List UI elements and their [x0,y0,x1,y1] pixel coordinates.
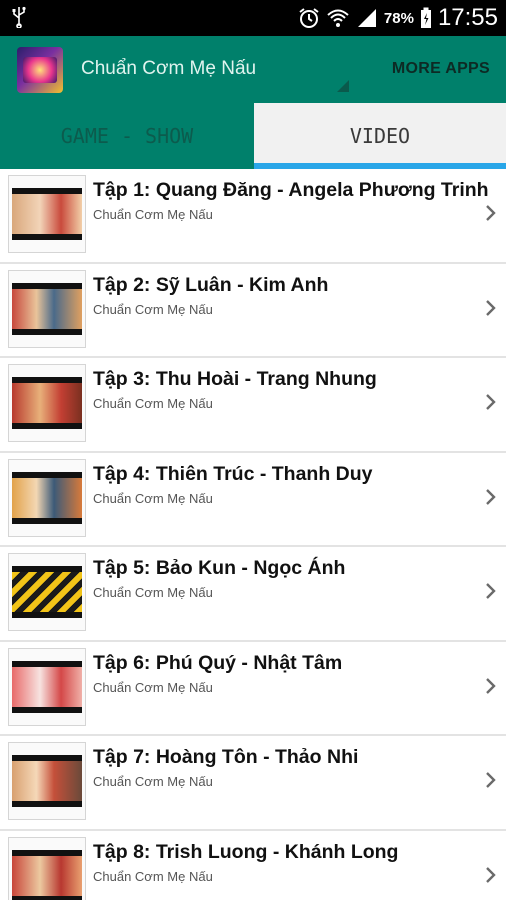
list-item[interactable]: Tập 3: Thu Hoài - Trang Nhung Chuẩn Cơm … [0,358,506,453]
chevron-right-icon [486,866,496,883]
item-title: Tập 3: Thu Hoài - Trang Nhung [93,368,377,390]
tab-video[interactable]: VIDEO [254,103,506,169]
video-thumbnail [8,364,86,442]
app-bar: Chuẩn Cơm Mẹ Nấu MORE APPS [0,36,506,103]
chevron-right-icon [486,205,496,221]
item-subtitle: Chuẩn Cơm Mẹ Nấu [93,396,213,411]
signal-icon [356,7,378,29]
video-thumbnail [8,742,86,820]
app-title: Chuẩn Cơm Mẹ Nấu [81,58,257,79]
list-item[interactable]: Tập 5: Bảo Kun - Ngọc Ánh Chuẩn Cơm Mẹ N… [0,547,506,642]
tab-bar: GAME - SHOW VIDEO [0,103,506,169]
tab-game-show[interactable]: GAME - SHOW [0,103,254,169]
chevron-right-icon [486,772,496,788]
battery-percent: 78% [383,9,414,27]
item-subtitle: Chuẩn Cơm Mẹ Nấu [93,490,213,506]
item-subtitle: Chuẩn Cơm Mẹ Nấu [93,301,213,317]
video-thumbnail [8,647,86,726]
video-thumbnail [8,553,86,631]
wifi-icon [326,7,350,29]
status-bar: 78% 17:55 [0,0,506,36]
list-item[interactable]: Tập 1: Quang Đăng - Angela Phương Trinh … [0,169,506,264]
list-item[interactable]: Tập 4: Thiên Trúc - Thanh Duy Chuẩn Cơm … [0,452,506,547]
video-thumbnail [8,269,86,348]
app-logo [17,47,63,93]
list-item[interactable]: Tập 2: Sỹ Luân - Kim Anh Chuẩn Cơm Mẹ Nấ… [0,263,506,358]
more-apps-button[interactable]: MORE APPS [392,60,490,78]
battery-icon [420,7,432,29]
item-title: Tập 2: Sỹ Luân - Kim Anh [93,273,329,296]
clock: 17:55 [437,4,498,31]
item-subtitle: Chuẩn Cơm Mẹ Nấu [93,868,213,884]
item-title: Tập 5: Bảo Kun - Ngọc Ánh [93,557,346,579]
chevron-right-icon [486,394,496,410]
usb-icon [12,6,26,34]
item-title: Tập 4: Thiên Trúc - Thanh Duy [93,462,373,485]
chevron-right-icon [486,299,496,316]
chevron-right-icon [486,488,496,505]
video-thumbnail [8,458,86,537]
item-title: Tập 7: Hoàng Tôn - Thảo Nhi [93,746,359,768]
list-item[interactable]: Tập 8: Trish Luong - Khánh Long Chuẩn Cơ… [0,830,506,900]
dropdown-corner-icon [337,80,349,92]
item-title: Tập 1: Quang Đăng - Angela Phương Trinh [93,179,489,201]
item-title: Tập 8: Trish Luong - Khánh Long [93,840,399,863]
chevron-right-icon [486,583,496,599]
list-item[interactable]: Tập 6: Phú Quý - Nhật Tâm Chuẩn Cơm Mẹ N… [0,641,506,736]
video-list: Tập 1: Quang Đăng - Angela Phương Trinh … [0,169,506,900]
item-title: Tập 6: Phú Quý - Nhật Tâm [93,651,343,674]
video-thumbnail [8,175,86,253]
alarm-icon [298,7,320,29]
chevron-right-icon [486,677,496,694]
item-subtitle: Chuẩn Cơm Mẹ Nấu [93,585,213,600]
item-subtitle: Chuẩn Cơm Mẹ Nấu [93,774,213,789]
list-item[interactable]: Tập 7: Hoàng Tôn - Thảo Nhi Chuẩn Cơm Mẹ… [0,736,506,831]
video-thumbnail [8,836,86,900]
item-subtitle: Chuẩn Cơm Mẹ Nấu [93,207,213,222]
item-subtitle: Chuẩn Cơm Mẹ Nấu [93,679,213,695]
